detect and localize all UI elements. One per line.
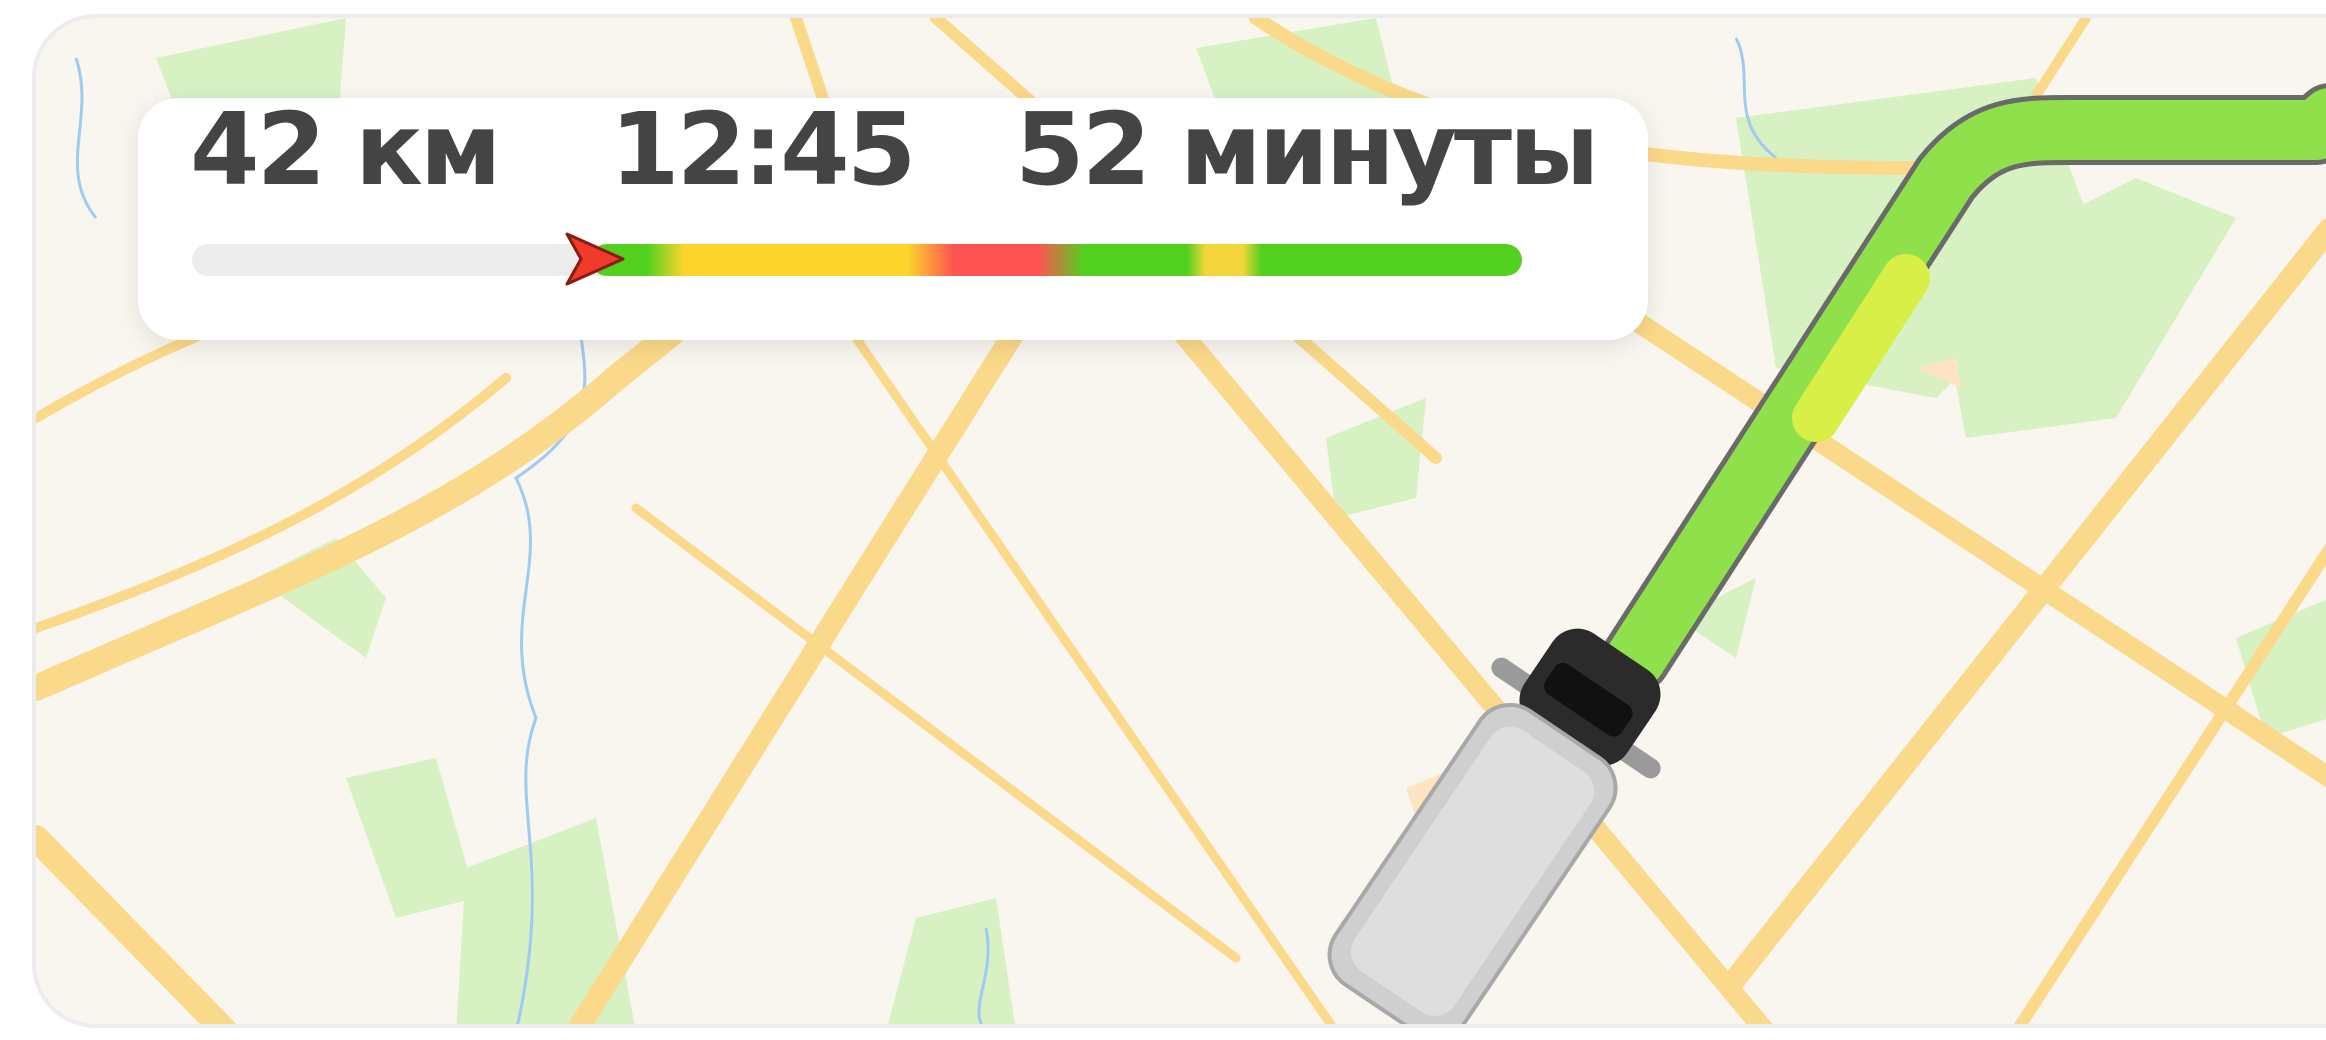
route-distance: 42 км <box>190 91 502 208</box>
arrival-time: 12:45 <box>610 91 916 208</box>
travel-duration: 52 минуты <box>1015 91 1599 208</box>
current-position-arrow-icon <box>565 232 625 286</box>
route-progress-bar <box>192 244 1522 276</box>
traffic-segments <box>591 244 1522 276</box>
